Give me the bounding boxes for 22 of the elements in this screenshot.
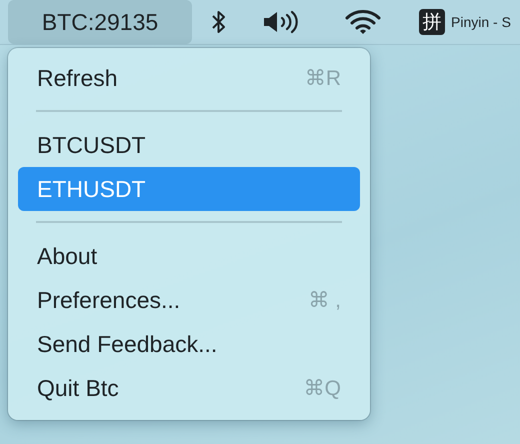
volume-icon[interactable] [262,10,300,34]
wifi-icon[interactable] [345,9,381,35]
menu-item-label: Refresh [37,64,118,92]
menu-item[interactable]: Quit Btc ⌘Q [18,366,360,410]
menu-item-label: Quit Btc [37,374,119,402]
keyboard-shortcut: ⌘Q [304,376,341,400]
menu-item-label: BTCUSDT [37,132,146,158]
menu-item-label: About [37,242,98,270]
keyboard-shortcut: ⌘R [304,66,341,90]
keyboard-shortcut: ⌘ , [308,288,341,312]
menu-item[interactable]: Preferences... ⌘ , [18,278,360,322]
menu-item[interactable]: Refresh ⌘R [18,56,360,100]
menu-item[interactable]: About [18,234,360,278]
status-menu-item[interactable]: BTC:29135 [8,0,192,44]
bluetooth-icon[interactable] [212,9,226,35]
input-source-label[interactable]: Pinyin - S [451,14,511,30]
menu-item-label: Preferences... [37,286,180,314]
menu-item[interactable]: BTCUSDT [18,123,360,167]
menu-item-label: Send Feedback... [37,330,218,358]
input-source-icon[interactable]: 拼 [419,9,445,35]
menu-item[interactable]: Send Feedback... [18,322,360,366]
menu-item-label: ETHUSDT [37,176,146,202]
